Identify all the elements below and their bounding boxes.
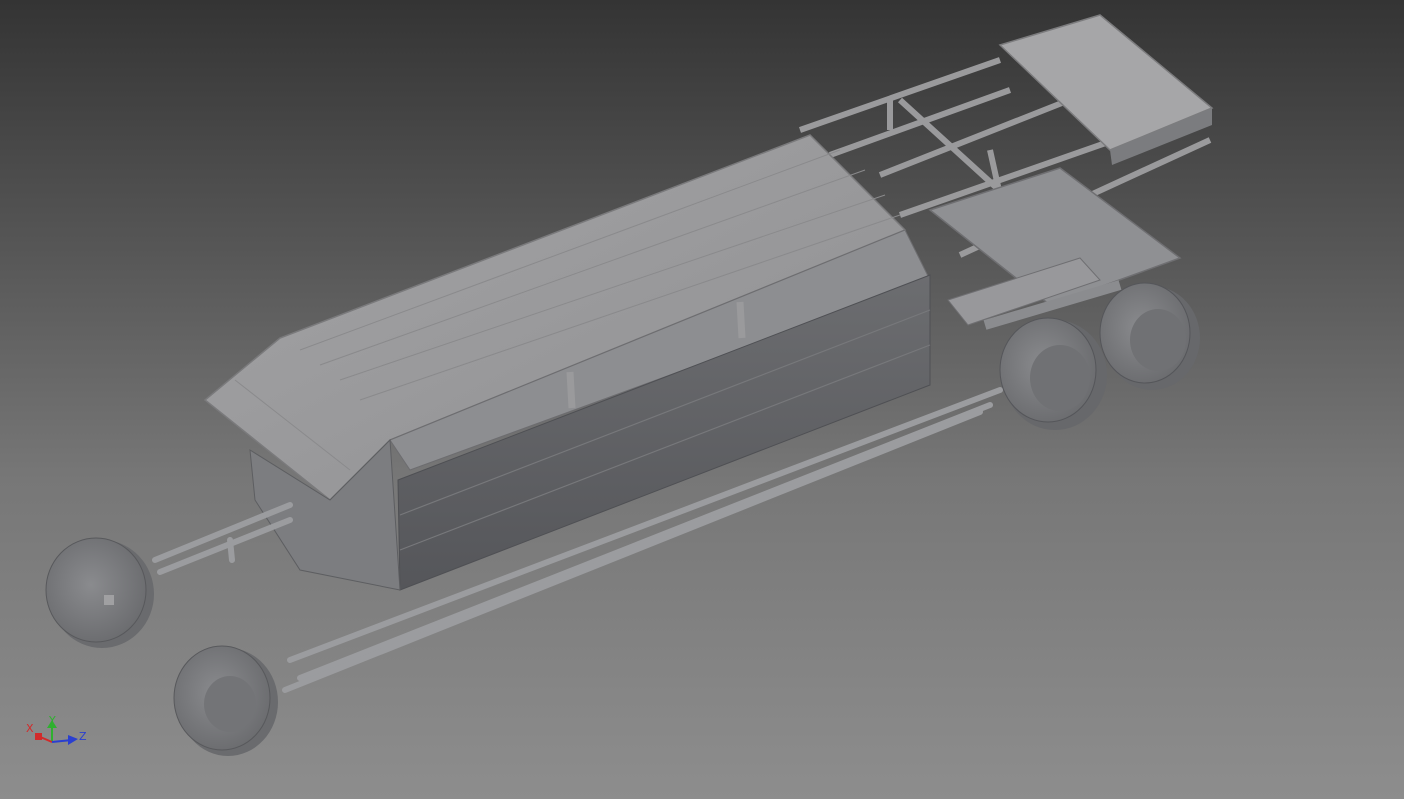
tow-bar — [152, 502, 293, 575]
rear-wheel-2 — [1099, 282, 1200, 390]
x-axis-marker — [35, 733, 42, 740]
rear-wheel-1 — [999, 317, 1107, 430]
front-wheel-right — [173, 645, 278, 756]
trailer-model[interactable] — [0, 0, 1404, 799]
axis-triad: X Y Z — [26, 716, 87, 745]
z-axis-label: Z — [79, 730, 87, 743]
z-axis-arrow — [68, 735, 78, 745]
x-axis-label: X — [26, 722, 34, 735]
3d-viewport[interactable]: X Y Z — [0, 0, 1404, 799]
y-axis-label: Y — [48, 716, 56, 727]
front-wheel-left — [45, 537, 154, 648]
